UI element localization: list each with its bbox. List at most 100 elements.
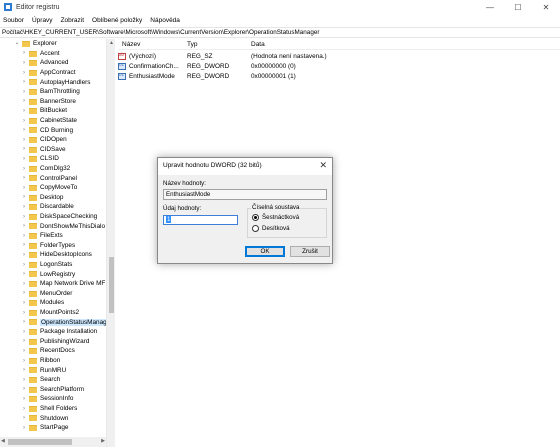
chevron-right-icon[interactable]: › — [21, 300, 27, 306]
tree-item[interactable]: › Advanced — [0, 58, 106, 68]
close-button[interactable]: ✕ — [532, 0, 560, 14]
chevron-right-icon[interactable]: › — [21, 242, 27, 248]
tree-item[interactable]: › LowRegistry — [0, 269, 106, 279]
chevron-right-icon[interactable]: › — [21, 406, 27, 412]
chevron-right-icon[interactable]: › — [21, 89, 27, 95]
tree-item[interactable]: › MountPoints2 — [0, 308, 106, 318]
tree-item[interactable]: › CD Burning — [0, 125, 106, 135]
chevron-right-icon[interactable]: › — [21, 233, 27, 239]
chevron-right-icon[interactable]: › — [21, 262, 27, 268]
tree-item[interactable]: › Modules — [0, 298, 106, 308]
value-row[interactable]: ConfirmationCh... REG_DWORD 0x00000000 (… — [118, 62, 560, 72]
tree-item[interactable]: › LogonStats — [0, 260, 106, 270]
tree-item[interactable]: › CLSID — [0, 154, 106, 164]
chevron-right-icon[interactable]: › — [21, 396, 27, 402]
chevron-right-icon[interactable]: › — [21, 166, 27, 172]
tree-item[interactable]: › Package Installation — [0, 327, 106, 337]
tree-item-explorer[interactable]: ⌄ Explorer — [0, 39, 106, 49]
chevron-right-icon[interactable]: › — [21, 319, 27, 325]
chevron-right-icon[interactable]: › — [21, 281, 27, 287]
tree-item[interactable]: › AppContract — [0, 68, 106, 78]
chevron-right-icon[interactable]: › — [21, 223, 27, 229]
tree-item[interactable]: › Shutdown — [0, 413, 106, 423]
chevron-right-icon[interactable]: › — [21, 329, 27, 335]
tree-item[interactable]: › Ribbon — [0, 356, 106, 366]
tree-item[interactable]: › Shell Folders — [0, 404, 106, 414]
address-bar[interactable]: Počítač\HKEY_CURRENT_USER\Software\Micro… — [0, 27, 560, 38]
chevron-right-icon[interactable]: › — [21, 367, 27, 373]
chevron-down-icon[interactable]: ⌄ — [14, 39, 20, 46]
chevron-right-icon[interactable]: › — [21, 70, 27, 76]
chevron-right-icon[interactable]: › — [21, 271, 27, 277]
chevron-right-icon[interactable]: › — [21, 252, 27, 258]
hscroll-thumb[interactable] — [8, 439, 72, 445]
column-type[interactable]: Typ — [187, 41, 197, 48]
chevron-right-icon[interactable]: › — [21, 146, 27, 152]
chevron-right-icon[interactable]: › — [21, 60, 27, 66]
chevron-right-icon[interactable]: › — [21, 348, 27, 354]
tree-item[interactable]: › Map Network Drive MF — [0, 279, 106, 289]
tree-item[interactable]: › DontShowMeThisDialo — [0, 221, 106, 231]
tree-item[interactable]: › Desktop — [0, 193, 106, 203]
scroll-up-arrow-icon[interactable]: ▲ — [108, 40, 115, 46]
column-data[interactable]: Data — [251, 41, 265, 48]
scroll-thumb[interactable] — [109, 257, 114, 313]
tree-vertical-scrollbar[interactable]: ▲ — [106, 39, 115, 447]
value-data-input[interactable]: 1 — [163, 215, 238, 225]
scroll-left-arrow-icon[interactable]: ◀ — [1, 438, 5, 444]
tree-item[interactable]: › BitBucket — [0, 106, 106, 116]
tree-item[interactable]: › FolderTypes — [0, 241, 106, 251]
value-row[interactable]: (Výchozí) REG_SZ (Hodnota není nastavena… — [118, 52, 560, 62]
chevron-right-icon[interactable]: › — [21, 310, 27, 316]
chevron-right-icon[interactable]: › — [21, 156, 27, 162]
tree-item[interactable]: › AutoplayHandlers — [0, 77, 106, 87]
scroll-right-arrow-icon[interactable]: ▶ — [101, 438, 105, 444]
tree-item[interactable]: › PublishingWizard — [0, 337, 106, 347]
menu-file[interactable]: Soubor — [0, 17, 28, 24]
chevron-right-icon[interactable]: › — [21, 127, 27, 133]
minimize-button[interactable]: — — [476, 0, 504, 14]
menu-help[interactable]: Nápověda — [146, 17, 184, 24]
chevron-right-icon[interactable]: › — [21, 425, 27, 431]
radio-hexadecimal[interactable]: Šestnáctková — [252, 214, 299, 221]
tree-item[interactable]: › Discardable — [0, 202, 106, 212]
tree-item[interactable]: › HideDesktopIcons — [0, 250, 106, 260]
dialog-close-icon[interactable]: ✕ — [319, 160, 327, 171]
maximize-button[interactable]: ☐ — [504, 0, 532, 14]
cancel-button[interactable]: Zrušit — [290, 246, 330, 257]
chevron-right-icon[interactable]: › — [21, 290, 27, 296]
menu-view[interactable]: Zobrazit — [57, 17, 88, 24]
chevron-right-icon[interactable]: › — [21, 204, 27, 210]
tree-item[interactable]: › MenuOrder — [0, 289, 106, 299]
chevron-right-icon[interactable]: › — [21, 98, 27, 104]
tree-item[interactable]: › DiskSpaceChecking — [0, 212, 106, 222]
chevron-right-icon[interactable]: › — [21, 137, 27, 143]
tree-item[interactable]: › ComDlg32 — [0, 164, 106, 174]
chevron-right-icon[interactable]: › — [21, 358, 27, 364]
chevron-right-icon[interactable]: › — [21, 118, 27, 124]
tree-item[interactable]: › Search — [0, 375, 106, 385]
radio-decimal[interactable]: Desítková — [252, 225, 290, 232]
chevron-right-icon[interactable]: › — [21, 386, 27, 392]
tree-item[interactable]: › ControlPanel — [0, 173, 106, 183]
ok-button[interactable]: OK — [245, 246, 285, 257]
chevron-right-icon[interactable]: › — [21, 214, 27, 220]
chevron-right-icon[interactable]: › — [21, 185, 27, 191]
chevron-right-icon[interactable]: › — [21, 175, 27, 181]
tree-item[interactable]: › Accent — [0, 49, 106, 59]
tree-item[interactable]: › BamThrottling — [0, 87, 106, 97]
chevron-right-icon[interactable]: › — [21, 108, 27, 114]
tree-item[interactable]: › CopyMoveTo — [0, 183, 106, 193]
tree-item[interactable]: › CIDOpen — [0, 135, 106, 145]
tree-item[interactable]: › SearchPlatform — [0, 385, 106, 395]
chevron-right-icon[interactable]: › — [21, 338, 27, 344]
tree-item[interactable]: › RunMRU — [0, 365, 106, 375]
tree-item[interactable]: › CIDSave — [0, 145, 106, 155]
value-row[interactable]: EnthusiastMode REG_DWORD 0x00000001 (1) — [118, 72, 560, 82]
menu-edit[interactable]: Úpravy — [28, 17, 57, 24]
menu-favorites[interactable]: Oblíbené položky — [88, 17, 146, 24]
tree-item[interactable]: › CabinetState — [0, 116, 106, 126]
tree-item[interactable]: › OperationStatusManag — [0, 317, 108, 327]
tree-item[interactable]: › FileExts — [0, 231, 106, 241]
chevron-right-icon[interactable]: › — [21, 415, 27, 421]
